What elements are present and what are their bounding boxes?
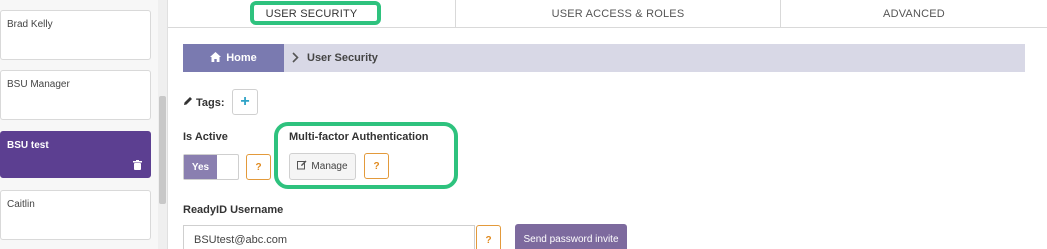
tags-label: Tags:: [196, 96, 225, 109]
user-card-bsu-test[interactable]: BSU test: [0, 131, 151, 178]
tab-user-access-roles[interactable]: USER ACCESS & ROLES: [455, 0, 780, 28]
readyid-username-label: ReadyID Username: [183, 204, 284, 216]
breadcrumb-current: User Security: [307, 52, 378, 64]
breadcrumb-home-label: Home: [226, 52, 257, 64]
is-active-label: Is Active: [183, 131, 228, 143]
tab-highlight-annotation: [250, 1, 381, 25]
trash-icon[interactable]: [133, 160, 142, 170]
pencil-icon: [183, 96, 193, 109]
send-password-invite-button[interactable]: Send password invite: [515, 224, 627, 249]
breadcrumb-home[interactable]: Home: [183, 44, 284, 72]
plus-icon: +: [240, 93, 250, 110]
user-card-name: Caitlin: [7, 199, 35, 210]
scrollbar-thumb[interactable]: [159, 96, 166, 204]
home-icon: [210, 51, 222, 65]
user-list-panel: Brad Kelly BSU Manager BSU test Caitlin: [0, 0, 168, 249]
mfa-highlight-annotation: [274, 122, 458, 189]
tab-label: USER ACCESS & ROLES: [551, 8, 685, 20]
user-card-bsu-manager[interactable]: BSU Manager: [0, 70, 151, 120]
add-tag-button[interactable]: +: [232, 89, 258, 115]
user-card-name: Brad Kelly: [7, 19, 53, 30]
readyid-username-input[interactable]: [183, 225, 475, 249]
user-card-brad-kelly[interactable]: Brad Kelly: [0, 10, 151, 60]
chevron-right-icon: [292, 52, 299, 66]
user-card-caitlin[interactable]: Caitlin: [0, 190, 151, 240]
tab-advanced[interactable]: ADVANCED: [780, 0, 1047, 28]
user-list-scrollbar[interactable]: [158, 0, 167, 249]
question-icon: ?: [485, 234, 492, 246]
user-card-name: BSU Manager: [7, 79, 70, 90]
breadcrumb: Home User Security: [183, 44, 1025, 72]
question-icon: ?: [255, 161, 262, 173]
tags-label-row: Tags:: [183, 96, 225, 109]
toggle-yes-segment: Yes: [184, 155, 217, 179]
tab-label: ADVANCED: [883, 8, 945, 20]
is-active-help-button[interactable]: ?: [246, 154, 271, 180]
readyid-help-button[interactable]: ?: [476, 225, 501, 249]
is-active-toggle[interactable]: Yes: [183, 154, 239, 180]
user-card-name: BSU test: [7, 140, 49, 151]
